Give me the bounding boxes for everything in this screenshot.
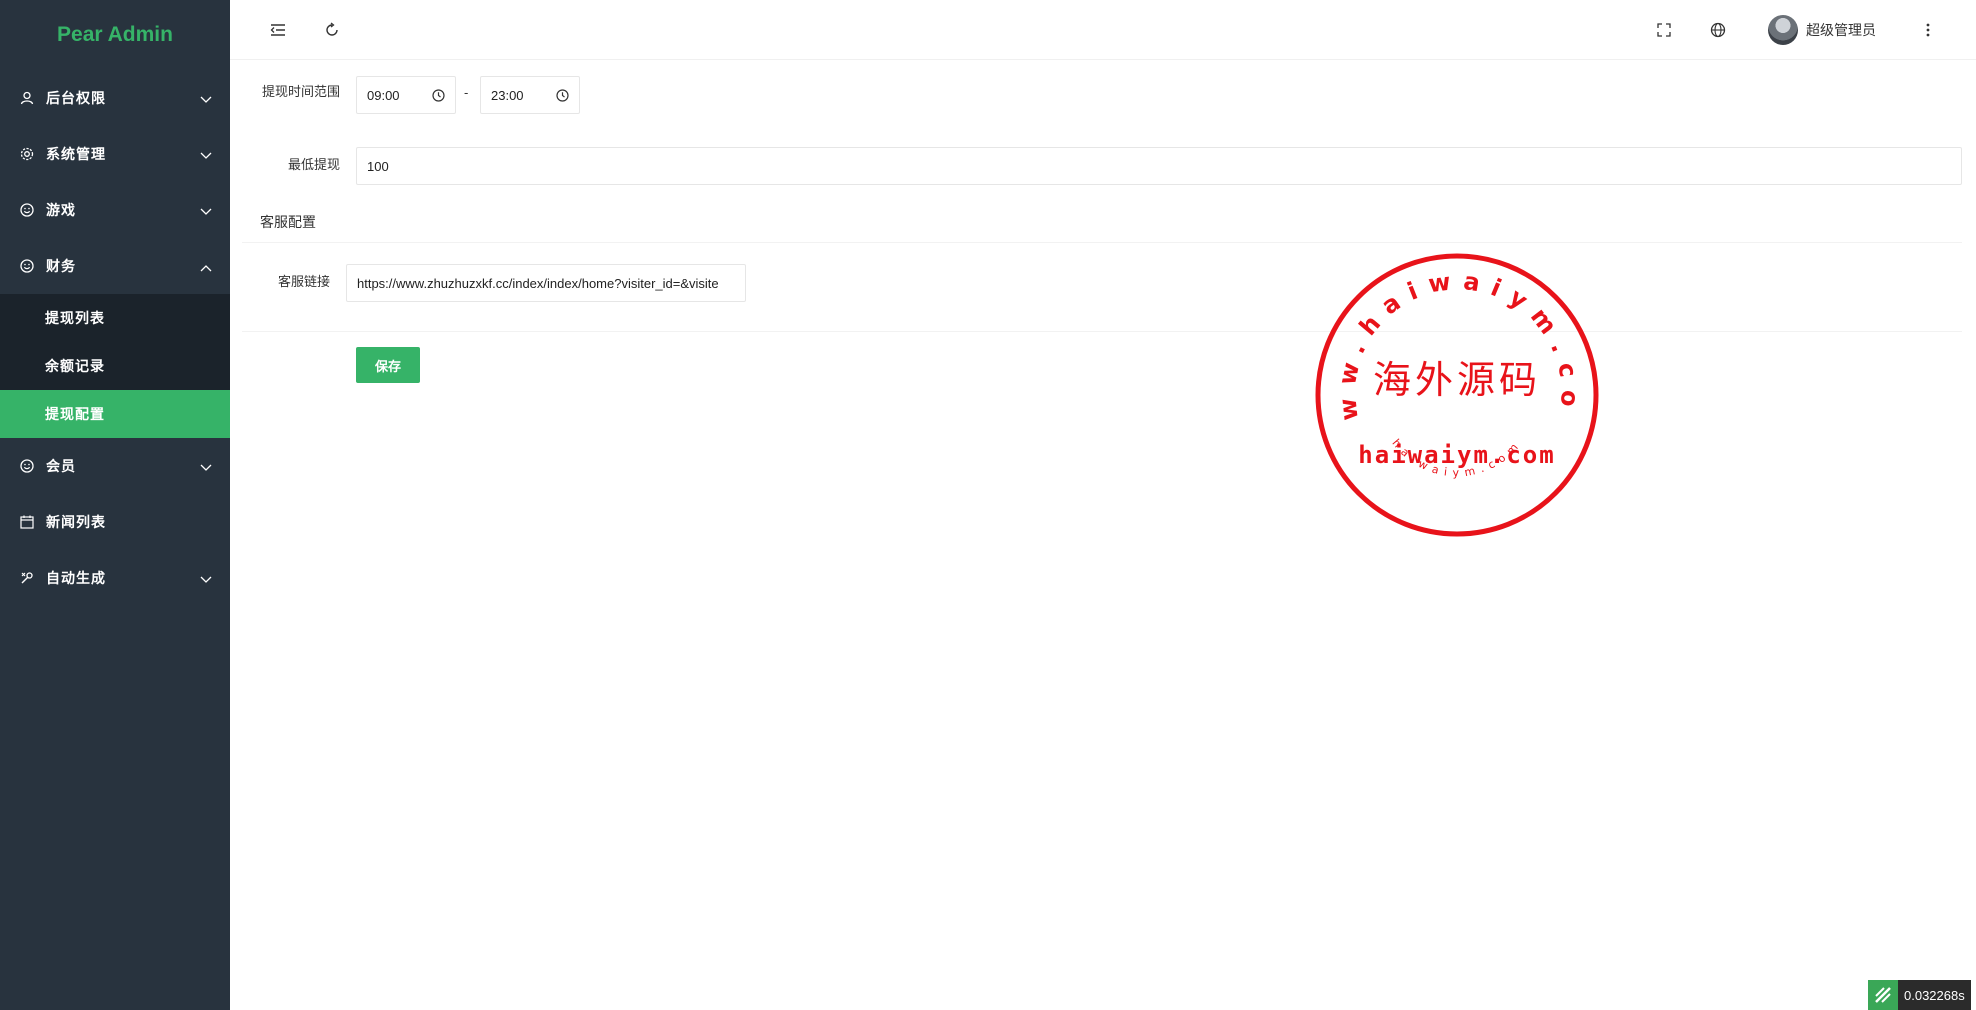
more-vertical-icon[interactable] [1916, 18, 1940, 42]
debug-timer-badge[interactable]: 0.032268s [1868, 980, 1971, 1010]
finance-submenu: 提现列表 余额记录 提现配置 [0, 294, 230, 438]
collapse-menu-icon[interactable] [266, 18, 290, 42]
app-logo[interactable]: Pear Admin [0, 0, 230, 70]
refresh-icon[interactable] [320, 18, 344, 42]
min-withdraw-label: 最低提现 [287, 158, 340, 173]
sidebar-item-permissions[interactable]: 后台权限 [0, 70, 230, 126]
calendar-icon [20, 515, 34, 529]
save-button[interactable]: 保存 [356, 347, 420, 383]
tools-icon [20, 571, 34, 585]
user-name: 超级管理员 [1806, 23, 1876, 39]
sidebar-item-label: 自动生成 [46, 571, 106, 587]
time-end-value: 23:00 [491, 87, 524, 103]
service-link-input[interactable]: https://www.zhuzhuzxkf.cc/index/index/ho… [346, 264, 746, 302]
section-divider [242, 242, 1962, 243]
min-withdraw-value: 100 [367, 158, 389, 174]
sidebar-item-autogen[interactable]: 自动生成 [0, 550, 230, 606]
stamp-center-text: 海外源码 [1373, 358, 1541, 402]
chevron-down-icon [200, 572, 212, 588]
sidebar-item-withdraw-list[interactable]: 提现列表 [0, 294, 230, 342]
sidebar-item-label: 新闻列表 [46, 515, 106, 531]
sidebar-item-label: 会员 [46, 459, 76, 475]
watermark-stamp: www.haiwaiym.com 海外源码 haiwaiym.com haiwa… [1312, 250, 1599, 537]
sidebar-item-label: 游戏 [46, 203, 76, 219]
sidebar-item-label: 财务 [46, 259, 76, 275]
time-start-value: 09:00 [367, 87, 400, 103]
sidebar-item-system[interactable]: 系统管理 [0, 126, 230, 182]
withdraw-time-label: 提现时间范围 [261, 85, 340, 100]
sidebar-item-label: 后台权限 [46, 91, 106, 107]
service-link-label: 客服链接 [277, 275, 330, 290]
user-menu[interactable]: 超级管理员 [1768, 14, 1876, 46]
sidebar: Pear Admin 后台权限 系统管理 游戏 财务 提现列表 余额记录 提现配… [0, 0, 230, 1010]
sidebar-item-finance[interactable]: 财务 [0, 238, 230, 294]
avatar [1768, 15, 1798, 45]
sidebar-item-balance-records[interactable]: 余额记录 [0, 342, 230, 390]
clock-icon [556, 89, 569, 105]
time-end-input[interactable]: 23:00 [480, 76, 580, 114]
chevron-down-icon [200, 204, 212, 220]
sidebar-item-label: 系统管理 [46, 147, 106, 163]
min-withdraw-input[interactable]: 100 [356, 147, 1962, 185]
service-link-value: https://www.zhuzhuzxkf.cc/index/index/ho… [357, 275, 719, 291]
smile-icon [20, 203, 34, 217]
chevron-down-icon [200, 460, 212, 476]
chevron-down-icon [200, 92, 212, 108]
sidebar-item-games[interactable]: 游戏 [0, 182, 230, 238]
section-title: 客服配置 [260, 215, 316, 231]
sidebar-item-members[interactable]: 会员 [0, 438, 230, 494]
time-separator: - [464, 85, 469, 100]
timer-logo-icon [1868, 980, 1898, 1010]
withdraw-config-form: 提现时间范围 09:00 - 23:00 最低提现 100 客服配置 客服链接 … [230, 60, 1976, 1010]
fullscreen-icon[interactable] [1652, 18, 1676, 42]
smile-icon [20, 259, 34, 273]
gear-icon [20, 147, 34, 161]
timer-value: 0.032268s [1898, 980, 1971, 1010]
sidebar-item-news[interactable]: 新闻列表 [0, 494, 230, 550]
chevron-up-icon [200, 260, 212, 276]
clock-icon [432, 89, 445, 105]
section-divider [242, 331, 1962, 332]
chevron-down-icon [200, 148, 212, 164]
smile-icon [20, 459, 34, 473]
user-icon [20, 91, 34, 105]
top-header: 超级管理员 [230, 0, 1976, 60]
stamp-middle-text: haiwaiym.com [1358, 441, 1555, 469]
globe-icon[interactable] [1706, 18, 1730, 42]
sidebar-item-withdraw-config[interactable]: 提现配置 [0, 390, 230, 438]
time-start-input[interactable]: 09:00 [356, 76, 456, 114]
